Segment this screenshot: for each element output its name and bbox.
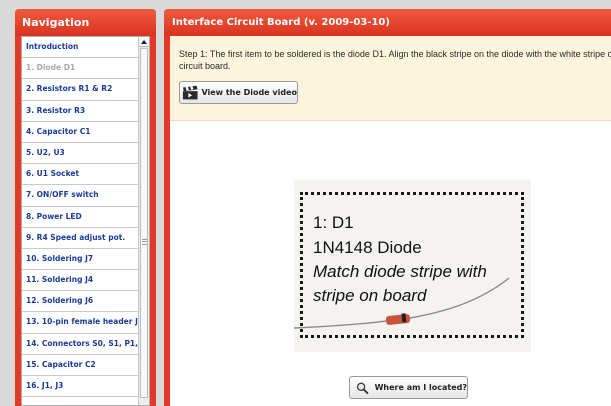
diode-component-graphic [294, 277, 510, 329]
magnifier-icon [356, 382, 369, 394]
sidebar-item-0[interactable]: Introduction [22, 37, 138, 59]
main-panel: Interface Circuit Board (v. 2009-03-10) … [164, 9, 611, 406]
content-area: Step 1: The first item to be soldered is… [170, 36, 611, 406]
sidebar-item-10[interactable]: 10. Soldering J7 [22, 249, 138, 271]
step-instructions: Step 1: The first item to be soldered is… [170, 36, 611, 121]
sidebar-item-11[interactable]: 11. Soldering J4 [22, 270, 138, 292]
where-am-i-located-label: Where am I located? [374, 383, 467, 392]
step-text: Step 1: The first item to be soldered is… [179, 49, 611, 71]
sidebar-item-7[interactable]: 7. ON/OFF switch [22, 185, 138, 207]
where-am-i-located-button[interactable]: Where am I located? [349, 376, 468, 399]
view-video-label: View the Diode video [201, 88, 297, 97]
sidebar-item-15[interactable]: 15. Capacitor C2 [22, 355, 138, 376]
sidebar-item-16[interactable]: 16. J1, J3 [22, 376, 138, 398]
navigation-list: Introduction 1. Diode D1 2. Resistors R1 &… [22, 37, 138, 398]
sidebar-item-14[interactable]: 14. Connectors S0, S1, P1, P6 [22, 334, 138, 355]
scroll-thumb[interactable] [140, 48, 148, 398]
sidebar-item-4[interactable]: 4. Capacitor C1 [22, 122, 138, 143]
navigation-panel: Navigation Introduction 1. Diode D1 2. Res… [15, 9, 156, 406]
sidebar-item-2[interactable]: 2. Resistors R1 & R2 [22, 79, 138, 101]
sidebar-item-8[interactable]: 8. Power LED [22, 207, 138, 228]
sidebar-item-5[interactable]: 5. U2, U3 [22, 143, 138, 165]
view-video-button[interactable]: View the Diode video [179, 81, 298, 104]
sidebar-item-9[interactable]: 9. R4 Speed adjust pot. [22, 228, 138, 249]
sidebar-item-13[interactable]: 13. 10-pin female header J5 [22, 312, 138, 334]
sidebar-item-12[interactable]: 12. Soldering J6 [22, 291, 138, 313]
scroll-grip-icon [142, 239, 147, 245]
navigation-title: Navigation [15, 9, 156, 36]
sidebar-item-3[interactable]: 3. Resistor R3 [22, 101, 138, 122]
scroll-up-arrow-icon[interactable] [139, 37, 149, 47]
navigation-list-container: Introduction 1. Diode D1 2. Resistors R1 &… [21, 36, 150, 406]
clapperboard-icon [182, 85, 198, 99]
nav-scrollbar[interactable] [138, 37, 149, 405]
sidebar-item-6[interactable]: 6. U1 Socket [22, 164, 138, 186]
sidebar-item-1[interactable]: 1. Diode D1 [22, 58, 138, 80]
page-title: Interface Circuit Board (v. 2009-03-10) [164, 9, 611, 36]
diode-image: 1: D1 1N4148 Diode Match diode stripe wi… [294, 180, 531, 352]
